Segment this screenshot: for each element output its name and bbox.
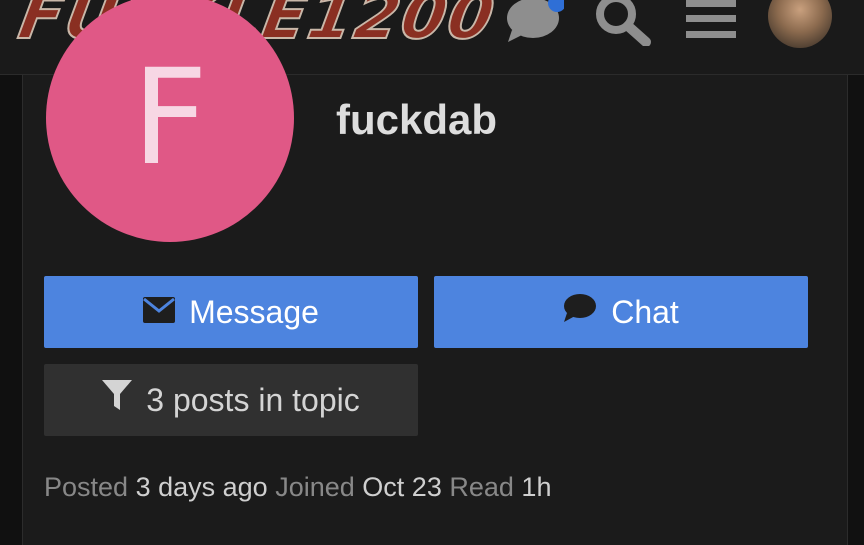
profile-username[interactable]: fuckdab — [336, 96, 497, 144]
posted-value[interactable]: 3 days ago — [136, 472, 268, 502]
message-button-label: Message — [189, 293, 319, 330]
chat-button-label: Chat — [611, 293, 679, 330]
profile-avatar[interactable]: F — [46, 0, 294, 242]
filter-icon — [102, 380, 133, 420]
posted-label: Posted — [44, 472, 129, 502]
menu-icon[interactable] — [686, 0, 736, 40]
joined-value: Oct 23 — [362, 472, 442, 502]
message-button[interactable]: Message — [44, 276, 418, 348]
filter-posts-label: 3 posts in topic — [146, 381, 360, 418]
joined-label: Joined — [275, 472, 355, 502]
user-avatar[interactable] — [768, 0, 832, 48]
page-gutter — [0, 75, 22, 530]
comment-icon — [563, 293, 597, 331]
envelope-icon — [143, 294, 176, 331]
search-icon[interactable] — [594, 0, 652, 47]
chat-button[interactable]: Chat — [434, 276, 808, 348]
read-label: Read — [449, 472, 514, 502]
post-meta: Posted 3 days ago Joined Oct 23 Read 1h — [44, 472, 551, 503]
read-value: 1h — [521, 472, 552, 502]
chat-icon[interactable] — [506, 0, 566, 44]
filter-posts-button[interactable]: 3 posts in topic — [44, 364, 418, 436]
